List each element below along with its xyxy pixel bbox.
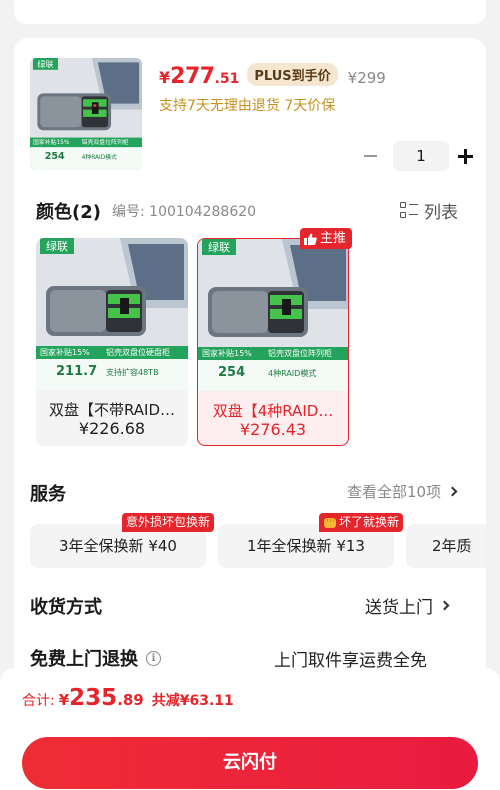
checkout-footer: 合计: ¥ 235 .89 共减¥63.11 云闪付 bbox=[0, 668, 500, 790]
promo-sub-text: 4种RAID模式 bbox=[268, 368, 316, 378]
variant-price: ¥276.43 bbox=[239, 420, 307, 439]
promo-sub-text: 支持扩容48TB bbox=[106, 367, 159, 377]
price-decimal: .51 bbox=[214, 71, 240, 87]
info-icon[interactable]: i bbox=[146, 650, 161, 666]
promo-badge-text: 国家补贴15% bbox=[202, 348, 252, 358]
main-recommend-badge: 主推 bbox=[300, 228, 353, 249]
promo-price-text: 211.7 bbox=[56, 364, 97, 379]
variant-name: 双盘【4种RAID… bbox=[212, 402, 334, 420]
increase-button[interactable] bbox=[455, 141, 477, 171]
thumbs-up-icon bbox=[304, 233, 317, 245]
total-currency: ¥ bbox=[58, 691, 70, 709]
product-code: 编号: 100104288620 bbox=[112, 204, 257, 220]
price-row: ¥ 277 .51 PLUS到手价 ¥299 bbox=[159, 63, 386, 89]
total-row: 合计: ¥ 235 .89 共减¥63.11 bbox=[22, 685, 234, 711]
return-guarantee: 支持7天无理由退货 7天价保 bbox=[159, 98, 336, 114]
variant-option-selected[interactable]: 绿联 国家补贴15% 铝壳双盘位阵列柜 254 4种RAID模式 双盘【4种RA… bbox=[197, 238, 349, 446]
service-title: 服务 bbox=[30, 484, 66, 505]
fist-icon bbox=[324, 518, 336, 528]
service-tag: 意外损坏包换新 bbox=[122, 513, 215, 532]
variant-image: 绿联 国家补贴15% 铝壳双盘位硬盘柜 211.7 支持扩容48TB bbox=[36, 238, 188, 390]
list-view-label: 列表 bbox=[424, 203, 458, 223]
view-all-services[interactable]: 查看全部10项 bbox=[347, 481, 458, 502]
shipping-title: 收货方式 bbox=[30, 597, 102, 618]
chevron-right-icon bbox=[447, 486, 458, 497]
view-all-label: 查看全部10项 bbox=[347, 483, 442, 501]
promo-line-text: 铝壳双盘位硬盘柜 bbox=[106, 347, 170, 357]
variant-name: 双盘【不带RAID… bbox=[48, 401, 176, 419]
variant-price: ¥226.68 bbox=[78, 419, 146, 438]
promo-badge-text: 国家补贴15% bbox=[40, 347, 90, 357]
shipping-method[interactable]: 送货上门 bbox=[365, 593, 450, 618]
service-option[interactable]: 2年质 bbox=[406, 524, 486, 568]
product-thumbnail[interactable]: 绿联 国家补贴15% 铝壳双盘位阵列柜 254 4种RAID模式 bbox=[30, 58, 142, 170]
price-integer: 277 bbox=[170, 64, 215, 89]
shipping-method-value: 送货上门 bbox=[365, 598, 433, 618]
total-decimal: .89 bbox=[117, 691, 144, 709]
service-tag-label: 坏了就换新 bbox=[339, 515, 400, 529]
plus-price-tag: PLUS到手价 bbox=[247, 63, 338, 86]
quantity-stepper: 1 bbox=[359, 141, 477, 171]
brand-logo-text: 绿联 bbox=[46, 239, 68, 253]
total-label: 合计: bbox=[22, 693, 55, 709]
brand-logo-text: 绿联 bbox=[37, 59, 53, 69]
list-view-toggle[interactable]: 列表 bbox=[400, 198, 458, 223]
total-integer: 235 bbox=[69, 685, 118, 711]
chevron-right-icon bbox=[439, 600, 450, 611]
list-icon bbox=[400, 201, 418, 220]
minus-icon bbox=[363, 155, 377, 157]
variant-option[interactable]: 绿联 国家补贴15% 铝壳双盘位硬盘柜 211.7 支持扩容48TB 双盘【不带… bbox=[36, 238, 188, 446]
quantity-input[interactable]: 1 bbox=[393, 141, 449, 171]
pay-button[interactable]: 云闪付 bbox=[22, 737, 478, 789]
service-tag: 坏了就换新 bbox=[319, 513, 404, 532]
main-badge-label: 主推 bbox=[320, 231, 347, 246]
original-price: ¥299 bbox=[347, 69, 386, 87]
promo-price-text: 254 bbox=[218, 365, 245, 380]
discount-amount: 共减¥63.11 bbox=[151, 693, 234, 709]
previous-card bbox=[14, 0, 486, 24]
product-options-sheet: 绿联 国家补贴15% 铝壳双盘位阵列柜 254 4种RAID模式 ¥ 277 .… bbox=[14, 38, 486, 678]
promo-line-text: 铝壳双盘位阵列柜 bbox=[268, 348, 332, 358]
decrease-button[interactable] bbox=[359, 141, 381, 171]
color-section-title: 颜色(2) bbox=[36, 202, 101, 223]
variant-image: 绿联 国家补贴15% 铝壳双盘位阵列柜 254 4种RAID模式 bbox=[198, 239, 348, 391]
brand-logo-text: 绿联 bbox=[208, 240, 230, 254]
product-image: 绿联 国家补贴15% 铝壳双盘位阵列柜 254 4种RAID模式 bbox=[30, 58, 142, 170]
price-currency: ¥ bbox=[159, 68, 171, 87]
promo-price-text: 254 bbox=[45, 151, 65, 162]
